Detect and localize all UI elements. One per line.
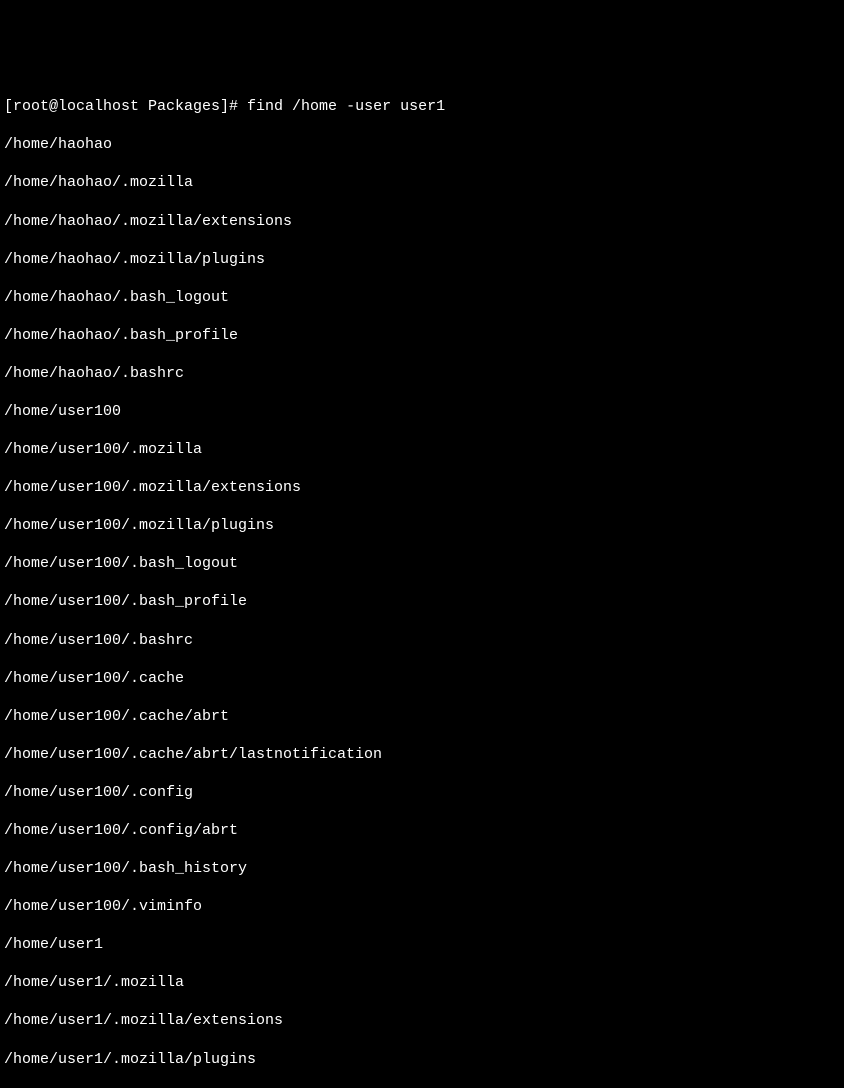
output-line: /home/user100/.bash_history <box>4 859 840 878</box>
output-line: /home/user100/.bash_profile <box>4 592 840 611</box>
output-line: /home/haohao/.mozilla/extensions <box>4 212 840 231</box>
output-line: /home/user100/.mozilla/extensions <box>4 478 840 497</box>
output-line: /home/user100/.config <box>4 783 840 802</box>
output-line: /home/user100/.cache/abrt/lastnotificati… <box>4 745 840 764</box>
output-line: /home/haohao/.bash_logout <box>4 288 840 307</box>
output-line: /home/user100 <box>4 402 840 421</box>
output-line: /home/user100/.viminfo <box>4 897 840 916</box>
command-text: find /home -user user1 <box>247 98 445 115</box>
output-line: /home/user1/.mozilla/extensions <box>4 1011 840 1030</box>
output-line: /home/haohao/.mozilla <box>4 173 840 192</box>
output-line: /home/haohao/.bashrc <box>4 364 840 383</box>
output-line: /home/user100/.cache <box>4 669 840 688</box>
output-line: /home/user1 <box>4 935 840 954</box>
output-line: /home/user1/.mozilla/plugins <box>4 1050 840 1069</box>
output-line: /home/user100/.cache/abrt <box>4 707 840 726</box>
output-line: /home/haohao/.mozilla/plugins <box>4 250 840 269</box>
prompt-line: [root@localhost Packages]# find /home -u… <box>4 97 840 116</box>
output-line: /home/user1/.mozilla <box>4 973 840 992</box>
output-line: /home/haohao <box>4 135 840 154</box>
output-line: /home/user100/.config/abrt <box>4 821 840 840</box>
terminal-window[interactable]: [root@localhost Packages]# find /home -u… <box>4 78 840 1088</box>
output-line: /home/user100/.mozilla <box>4 440 840 459</box>
output-line: /home/haohao/.bash_profile <box>4 326 840 345</box>
output-line: /home/user100/.mozilla/plugins <box>4 516 840 535</box>
shell-prompt: [root@localhost Packages]# <box>4 98 247 115</box>
output-line: /home/user100/.bash_logout <box>4 554 840 573</box>
output-line: /home/user100/.bashrc <box>4 631 840 650</box>
